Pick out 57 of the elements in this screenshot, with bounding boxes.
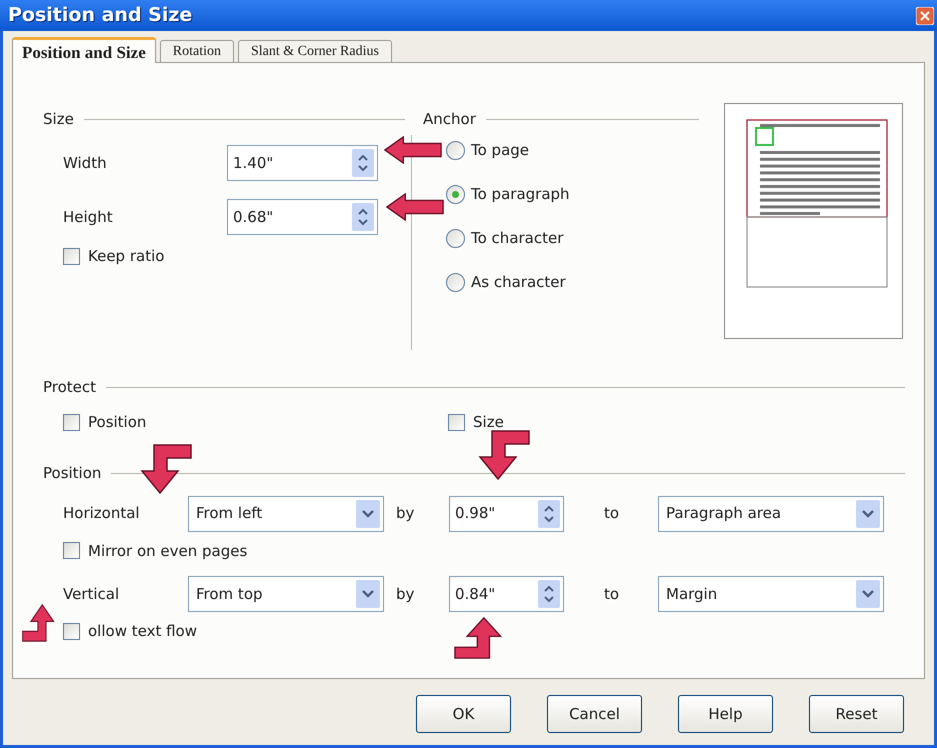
window-title: Position and Size bbox=[8, 3, 192, 28]
chevron-down-icon bbox=[356, 580, 380, 608]
spin-arrows-icon[interactable] bbox=[538, 500, 560, 528]
dropdown[interactable]: From top bbox=[188, 576, 384, 612]
spin-field[interactable]: 0.84" bbox=[449, 576, 564, 612]
spin-field[interactable]: 0.98" bbox=[449, 496, 564, 532]
checkbox-label: Mirror on even pages bbox=[88, 540, 248, 562]
dropdown[interactable]: Paragraph area bbox=[658, 496, 884, 532]
radio-button[interactable] bbox=[446, 273, 465, 292]
checkbox-label: Keep ratio bbox=[88, 246, 164, 267]
checkbox[interactable] bbox=[63, 414, 80, 431]
field-label: by bbox=[396, 584, 416, 605]
checkbox-label: Position bbox=[88, 412, 146, 433]
section-heading: Size bbox=[43, 108, 74, 130]
field-label: Height bbox=[63, 206, 114, 228]
spin-arrows-icon[interactable] bbox=[538, 580, 560, 608]
spin-field[interactable]: 0.68" bbox=[227, 199, 378, 235]
field-label: Vertical bbox=[63, 584, 120, 605]
dropdown[interactable]: From left bbox=[188, 496, 384, 532]
spin-field[interactable]: 1.40" bbox=[227, 145, 378, 181]
radio-button[interactable] bbox=[446, 185, 465, 204]
checkbox[interactable] bbox=[63, 542, 80, 560]
close-icon[interactable] bbox=[916, 6, 934, 24]
dialog-button[interactable]: Reset bbox=[809, 695, 904, 733]
chevron-down-icon bbox=[356, 500, 380, 528]
field-label: to bbox=[604, 584, 620, 605]
radio-label: To character bbox=[471, 228, 564, 250]
spin-arrows-icon[interactable] bbox=[352, 149, 374, 177]
field-label: Width bbox=[63, 152, 108, 174]
checkbox-label: ollow text flow bbox=[88, 621, 197, 642]
radio-label: To page bbox=[471, 140, 530, 162]
tab[interactable]: Slant & Corner Radius bbox=[238, 40, 392, 62]
field-label: Horizontal bbox=[63, 503, 141, 524]
section-heading: Anchor bbox=[423, 108, 476, 130]
radio-label: As character bbox=[471, 272, 566, 294]
dialog-button[interactable]: Cancel bbox=[547, 695, 642, 733]
field-label: to bbox=[604, 503, 620, 524]
section-heading: Position bbox=[43, 463, 102, 484]
field-label: by bbox=[396, 503, 416, 524]
arrow-icon bbox=[384, 136, 442, 164]
tab[interactable]: Rotation bbox=[160, 40, 234, 62]
spin-arrows-icon[interactable] bbox=[352, 203, 374, 231]
checkbox[interactable] bbox=[63, 622, 80, 640]
checkbox[interactable] bbox=[448, 414, 465, 431]
arrow-icon bbox=[386, 193, 444, 221]
dialog-button[interactable]: Help bbox=[678, 695, 773, 733]
checkbox-label: Size bbox=[473, 412, 504, 433]
dialog-button[interactable]: OK bbox=[416, 695, 511, 733]
chevron-down-icon bbox=[856, 500, 880, 528]
checkbox[interactable] bbox=[63, 248, 80, 265]
section-heading: Protect bbox=[43, 376, 96, 398]
tab[interactable]: Position and Size bbox=[12, 37, 156, 63]
radio-label: To paragraph bbox=[471, 184, 570, 206]
radio-button[interactable] bbox=[446, 229, 465, 248]
dropdown[interactable]: Margin bbox=[658, 576, 884, 612]
radio-button[interactable] bbox=[446, 141, 465, 160]
chevron-down-icon bbox=[856, 580, 880, 608]
